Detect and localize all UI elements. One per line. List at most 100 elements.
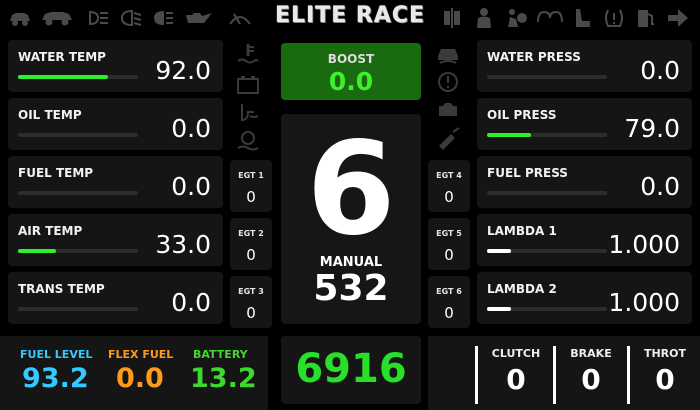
gauge-value: 33.0	[155, 230, 211, 259]
gauge-label: WATER PRESS	[487, 50, 581, 64]
gauge-label: LAMBDA 1	[487, 224, 557, 238]
trans-temp-icon	[234, 128, 262, 152]
gauge-fuel-press: FUEL PRESS 0.0	[477, 156, 692, 208]
egt-label: EGT 1	[238, 171, 264, 180]
boost-panel: BOOST 0.0	[281, 43, 421, 100]
battery-label: BATTERY	[193, 348, 248, 361]
gauge-fill	[18, 75, 108, 79]
drive-car-icon	[40, 6, 74, 30]
fluid-status-panel: FUEL LEVEL 93.2 FLEX FUEL 0.0 BATTERY 13…	[0, 336, 268, 410]
fog-light-icon	[86, 6, 110, 30]
gauge-track	[18, 191, 138, 195]
egt-value: 0	[444, 246, 454, 264]
engine-icon	[434, 98, 462, 122]
gauge-value: 79.0	[624, 114, 680, 143]
gauge-track	[487, 133, 607, 137]
rpm-panel: 6916	[281, 336, 421, 404]
battery-value: 13.2	[190, 363, 257, 394]
egt-2-panel: EGT 2 0	[230, 218, 272, 270]
oil-can-icon	[184, 6, 214, 30]
egt-label: EGT 4	[436, 171, 462, 180]
gauge-value: 92.0	[155, 56, 211, 85]
gauge-label: LAMBDA 2	[487, 282, 557, 296]
gauge-value: 0.0	[171, 114, 211, 143]
gauge-label: FUEL PRESS	[487, 166, 568, 180]
gauge-fill	[487, 307, 511, 311]
egt-value: 0	[246, 188, 256, 206]
rpm-readout: 6916	[295, 346, 407, 392]
gauge-value: 0.0	[171, 288, 211, 317]
oil-temp-icon	[234, 100, 262, 124]
gauge-fuel-temp: FUEL TEMP 0.0	[8, 156, 223, 208]
egt-value: 0	[246, 304, 256, 322]
pedal-divider	[475, 346, 478, 404]
egt-6-panel: EGT 6 0	[428, 276, 470, 328]
gauge-track	[487, 249, 607, 253]
gear-indicator: 6	[306, 115, 396, 264]
gauge-water-temp: WATER TEMP 92.0	[8, 40, 223, 92]
gauge-track	[18, 307, 138, 311]
gauge-label: FUEL TEMP	[18, 166, 94, 180]
gauge-water-press: WATER PRESS 0.0	[477, 40, 692, 92]
egt-3-panel: EGT 3 0	[230, 276, 272, 328]
car-icon	[8, 6, 32, 30]
gauge-label: TRANS TEMP	[18, 282, 105, 296]
gauge-track	[487, 75, 607, 79]
gauge-fill	[487, 133, 532, 137]
battery-icon	[234, 72, 262, 96]
abs-car-icon	[434, 42, 462, 66]
egt-value: 0	[246, 246, 256, 264]
flex-fuel-value: 0.0	[116, 363, 164, 394]
turn-right-arrow-icon	[666, 6, 690, 30]
gauge-value: 1.000	[608, 230, 680, 259]
gauge-lambda-1: LAMBDA 1 1.000	[477, 214, 692, 266]
gauge-track	[18, 133, 138, 137]
airbag-icon	[504, 6, 528, 30]
speed-readout: 532	[313, 268, 389, 309]
gauge-value: 0.0	[640, 172, 680, 201]
gauge-track	[487, 307, 607, 311]
boost-label: BOOST	[327, 52, 375, 66]
warning-circle-icon	[434, 70, 462, 94]
boost-value: 0.0	[328, 67, 374, 96]
tire-pressure-icon	[602, 6, 626, 30]
clutch-value: 0	[506, 363, 526, 396]
app-title: ELITE RACE	[274, 3, 426, 28]
gauge-trans-temp: TRANS TEMP 0.0	[8, 272, 223, 324]
egt-label: EGT 6	[436, 287, 462, 296]
fuel-level-label: FUEL LEVEL	[20, 348, 93, 361]
coolant-temp-icon	[234, 42, 262, 66]
egt-value: 0	[444, 304, 454, 322]
gauge-fill	[18, 249, 57, 253]
egt-label: EGT 3	[238, 287, 264, 296]
pedal-panel: CLUTCH 0 BRAKE 0 THROT 0	[428, 336, 700, 410]
gauge-label: OIL TEMP	[18, 108, 82, 122]
flex-fuel-label: FLEX FUEL	[108, 348, 174, 361]
high-beam-icon	[150, 6, 174, 30]
gauge-air-temp: AIR TEMP 33.0	[8, 214, 223, 266]
seatbelt-person-icon	[472, 6, 496, 30]
clutch-label: CLUTCH	[491, 347, 541, 360]
gear-panel: 6 MANUAL 532	[281, 114, 421, 324]
gauge-track	[487, 191, 607, 195]
gauge-oil-temp: OIL TEMP 0.0	[8, 98, 223, 150]
pedal-divider	[553, 346, 556, 404]
gauge-label: WATER TEMP	[18, 50, 106, 64]
throttle-label: THROT	[643, 347, 687, 360]
top-icon-bar: ELITE RACE	[0, 0, 700, 36]
gauge-fill	[487, 249, 511, 253]
gauge-lambda-2: LAMBDA 2 1.000	[477, 272, 692, 324]
gauge-label: AIR TEMP	[18, 224, 83, 238]
gauge-track	[18, 249, 138, 253]
egt-5-panel: EGT 5 0	[428, 218, 470, 270]
gauge-oil-press: OIL PRESS 79.0	[477, 98, 692, 150]
egt-1-panel: EGT 1 0	[230, 160, 272, 212]
egt-label: EGT 5	[436, 229, 462, 238]
pedal-divider	[627, 346, 630, 404]
gauge-track	[18, 75, 138, 79]
gauge-label: OIL PRESS	[487, 108, 557, 122]
fuel-level-value: 93.2	[22, 363, 89, 394]
fuel-filter-icon	[434, 126, 462, 150]
brake-pad-icon	[440, 6, 464, 30]
throttle-value: 0	[655, 363, 675, 396]
